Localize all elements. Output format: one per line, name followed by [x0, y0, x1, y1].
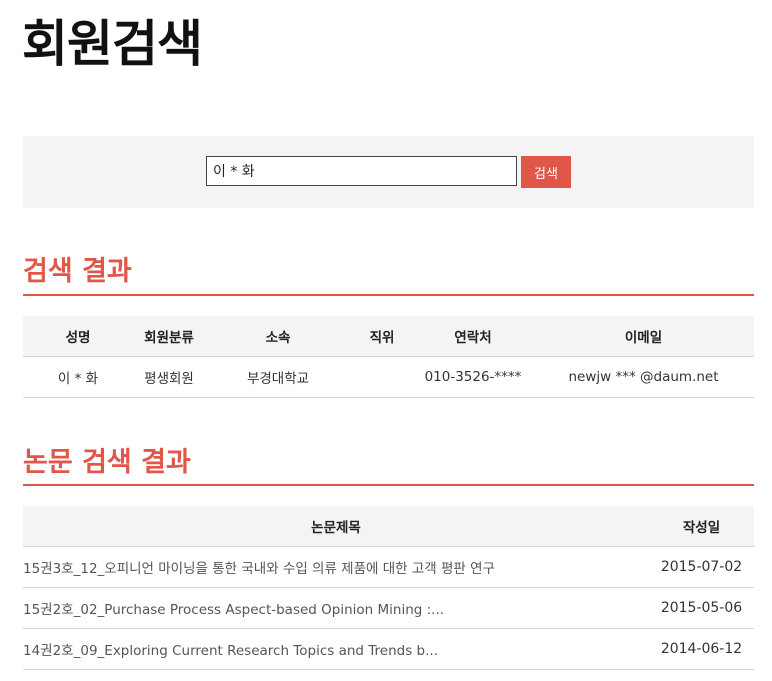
member-position: [351, 356, 413, 398]
paper-table-header: 논문제목 작성일: [23, 506, 754, 547]
member-name: 이 * 화: [23, 356, 133, 398]
member-type: 평생회원: [133, 356, 205, 398]
table-row[interactable]: 14권2호_09_Exploring Current Research Topi…: [23, 628, 754, 670]
table-row: 이 * 화 평생회원 부경대학교 010-3526-**** newjw ***…: [23, 356, 754, 398]
paper-date: 2014-06-12: [649, 628, 754, 670]
paper-results-title: 논문 검색 결과: [23, 447, 191, 478]
member-contact: 010-3526-****: [413, 356, 533, 398]
member-email: newjw *** @daum.net: [533, 356, 754, 398]
paper-title-link[interactable]: 15권3호_12_오피니언 마이닝을 통한 국내와 수입 의류 제품에 대한 고…: [23, 546, 649, 588]
paper-results-divider: [23, 484, 754, 486]
column-header-email: 이메일: [533, 316, 754, 357]
member-results-divider: [23, 294, 754, 296]
paper-results-table: 논문제목 작성일 15권3호_12_오피니언 마이닝을 통한 국내와 수입 의류…: [23, 506, 754, 670]
column-header-paper-title: 논문제목: [23, 506, 649, 547]
paper-date: 2015-05-06: [649, 587, 754, 629]
search-panel: 검색: [23, 136, 754, 208]
column-header-contact: 연락처: [413, 316, 533, 357]
member-table-header: 성명 회원분류 소속 직위 연락처 이메일: [23, 316, 754, 357]
table-row[interactable]: 15권3호_12_오피니언 마이닝을 통한 국내와 수입 의류 제품에 대한 고…: [23, 546, 754, 588]
paper-title-link[interactable]: 14권2호_09_Exploring Current Research Topi…: [23, 628, 649, 670]
search-input[interactable]: [206, 156, 517, 186]
member-results-title: 검색 결과: [23, 256, 132, 287]
page: 회원검색 검색 검색 결과 성명 회원분류 소속 직위 연락처 이메일: [0, 0, 772, 681]
column-header-affiliation: 소속: [205, 316, 351, 357]
paper-date: 2015-07-02: [649, 546, 754, 588]
column-header-member-type: 회원분류: [133, 316, 205, 357]
search-button[interactable]: 검색: [521, 156, 571, 188]
table-row[interactable]: 15권2호_02_Purchase Process Aspect-based O…: [23, 587, 754, 629]
paper-title-link[interactable]: 15권2호_02_Purchase Process Aspect-based O…: [23, 587, 649, 629]
page-title: 회원검색: [22, 15, 203, 73]
member-results-table: 성명 회원분류 소속 직위 연락처 이메일 이 * 화 평생회원 부경대학교 0…: [23, 316, 754, 398]
column-header-name: 성명: [23, 316, 133, 357]
member-affiliation: 부경대학교: [205, 356, 351, 398]
column-header-date: 작성일: [649, 506, 754, 547]
column-header-position: 직위: [351, 316, 413, 357]
